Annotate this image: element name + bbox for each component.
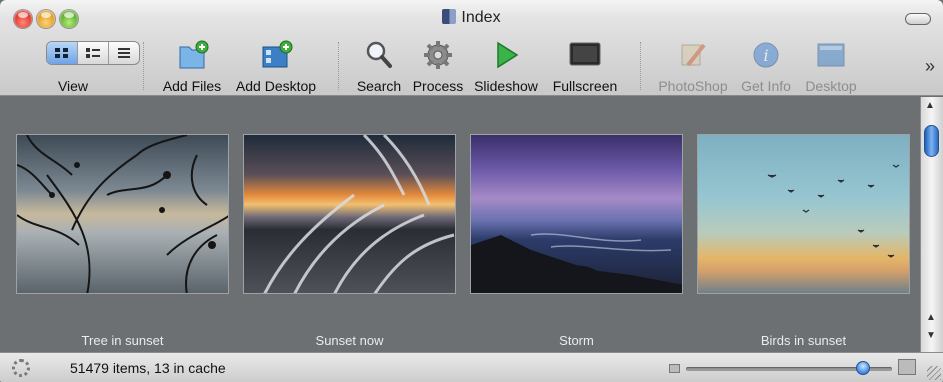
activity-spinner-icon	[12, 359, 30, 377]
toolbar-toggle-button[interactable]	[905, 13, 931, 25]
photo-caption: Sunset now	[315, 333, 384, 348]
fullscreen-label: Fullscreen	[552, 78, 618, 94]
status-text: 51479 items, 13 in cache	[70, 360, 226, 376]
toolbar-overflow-button[interactable]: »	[925, 56, 935, 77]
search-label: Search	[356, 78, 402, 94]
window-title-text: Index	[461, 9, 501, 26]
toolbar: View Add Files Add Desktop Search Proces…	[0, 36, 943, 96]
slideshow-label: Slideshow	[474, 78, 538, 94]
photoshop-button[interactable]: PhotoShop	[656, 36, 730, 96]
fullscreen-button[interactable]: Fullscreen	[547, 36, 623, 96]
app-window: Index View Add Files Add Desktop Search …	[0, 0, 943, 382]
grass-sunset-image	[263, 135, 455, 293]
add-files-icon	[179, 40, 209, 69]
photo-caption: Tree in sunset	[81, 333, 164, 348]
title-bar[interactable]: Index	[0, 0, 943, 36]
brush-icon	[681, 43, 706, 67]
photo-thumbnail[interactable]	[16, 134, 229, 294]
get-info-label: Get Info	[741, 78, 791, 94]
add-desktop-button[interactable]: Add Desktop	[230, 36, 322, 96]
get-info-button[interactable]: i Get Info	[736, 36, 796, 96]
scroll-down-arrow-icon[interactable]: ▼	[926, 330, 936, 341]
toolbar-separator	[338, 42, 339, 90]
window-chrome: Index View Add Files Add Desktop Search …	[0, 0, 943, 96]
gear-icon	[424, 41, 452, 69]
monitor-icon	[569, 42, 601, 66]
svg-text:i: i	[763, 46, 768, 65]
view-label: View	[57, 78, 89, 94]
resize-grip-icon[interactable]	[927, 366, 941, 380]
photo-thumbnail[interactable]	[243, 134, 456, 294]
play-icon	[497, 41, 519, 69]
grid-view-icon[interactable]	[47, 42, 78, 64]
small-thumbnail-icon[interactable]	[669, 364, 680, 373]
view-segmented-control[interactable]	[46, 41, 140, 65]
storm-sea-image	[471, 233, 682, 293]
process-button[interactable]: Process	[410, 36, 466, 96]
large-thumbnail-icon[interactable]	[898, 359, 916, 375]
list-view-icon[interactable]	[109, 42, 139, 64]
photo-caption: Storm	[559, 333, 594, 348]
scroll-up-arrow-icon[interactable]: ▲	[926, 312, 936, 323]
slider-knob[interactable]	[856, 361, 870, 375]
process-label: Process	[412, 78, 464, 94]
toolbar-separator	[143, 42, 144, 90]
photo-caption: Birds in sunset	[760, 333, 847, 348]
photo-thumbnail[interactable]	[470, 134, 683, 294]
vertical-scrollbar[interactable]: ▲ ▲ ▼	[920, 97, 943, 352]
search-button[interactable]: Search	[353, 36, 405, 96]
slideshow-button[interactable]: Slideshow	[470, 36, 542, 96]
info-icon: i	[753, 42, 779, 68]
add-files-label: Add Files	[162, 78, 222, 94]
scrollbar-thumb[interactable]	[924, 125, 939, 157]
window-title: Index	[0, 9, 943, 27]
photoshop-label: PhotoShop	[658, 78, 728, 94]
desktop-button[interactable]: Desktop	[800, 36, 862, 96]
birds-sunset-image	[767, 164, 900, 258]
scroll-to-top-icon[interactable]: ▲	[925, 100, 935, 111]
document-icon	[442, 9, 457, 24]
photo-thumbnail[interactable]	[697, 134, 910, 294]
add-desktop-icon	[262, 40, 293, 68]
tree-silhouette-image	[17, 135, 228, 293]
image-browser-grid[interactable]: Tree in sunset Sunset now Storm Birds in…	[0, 97, 920, 352]
magnifier-icon	[366, 41, 392, 68]
desktop-label: Desktop	[805, 78, 857, 94]
status-bar: 51479 items, 13 in cache	[0, 352, 943, 382]
desktop-icon	[817, 43, 845, 67]
add-files-button[interactable]: Add Files	[158, 36, 226, 96]
add-desktop-label: Add Desktop	[235, 78, 317, 94]
view-control: View	[20, 36, 140, 96]
list-detail-view-icon[interactable]	[78, 42, 109, 64]
toolbar-separator	[640, 42, 641, 90]
